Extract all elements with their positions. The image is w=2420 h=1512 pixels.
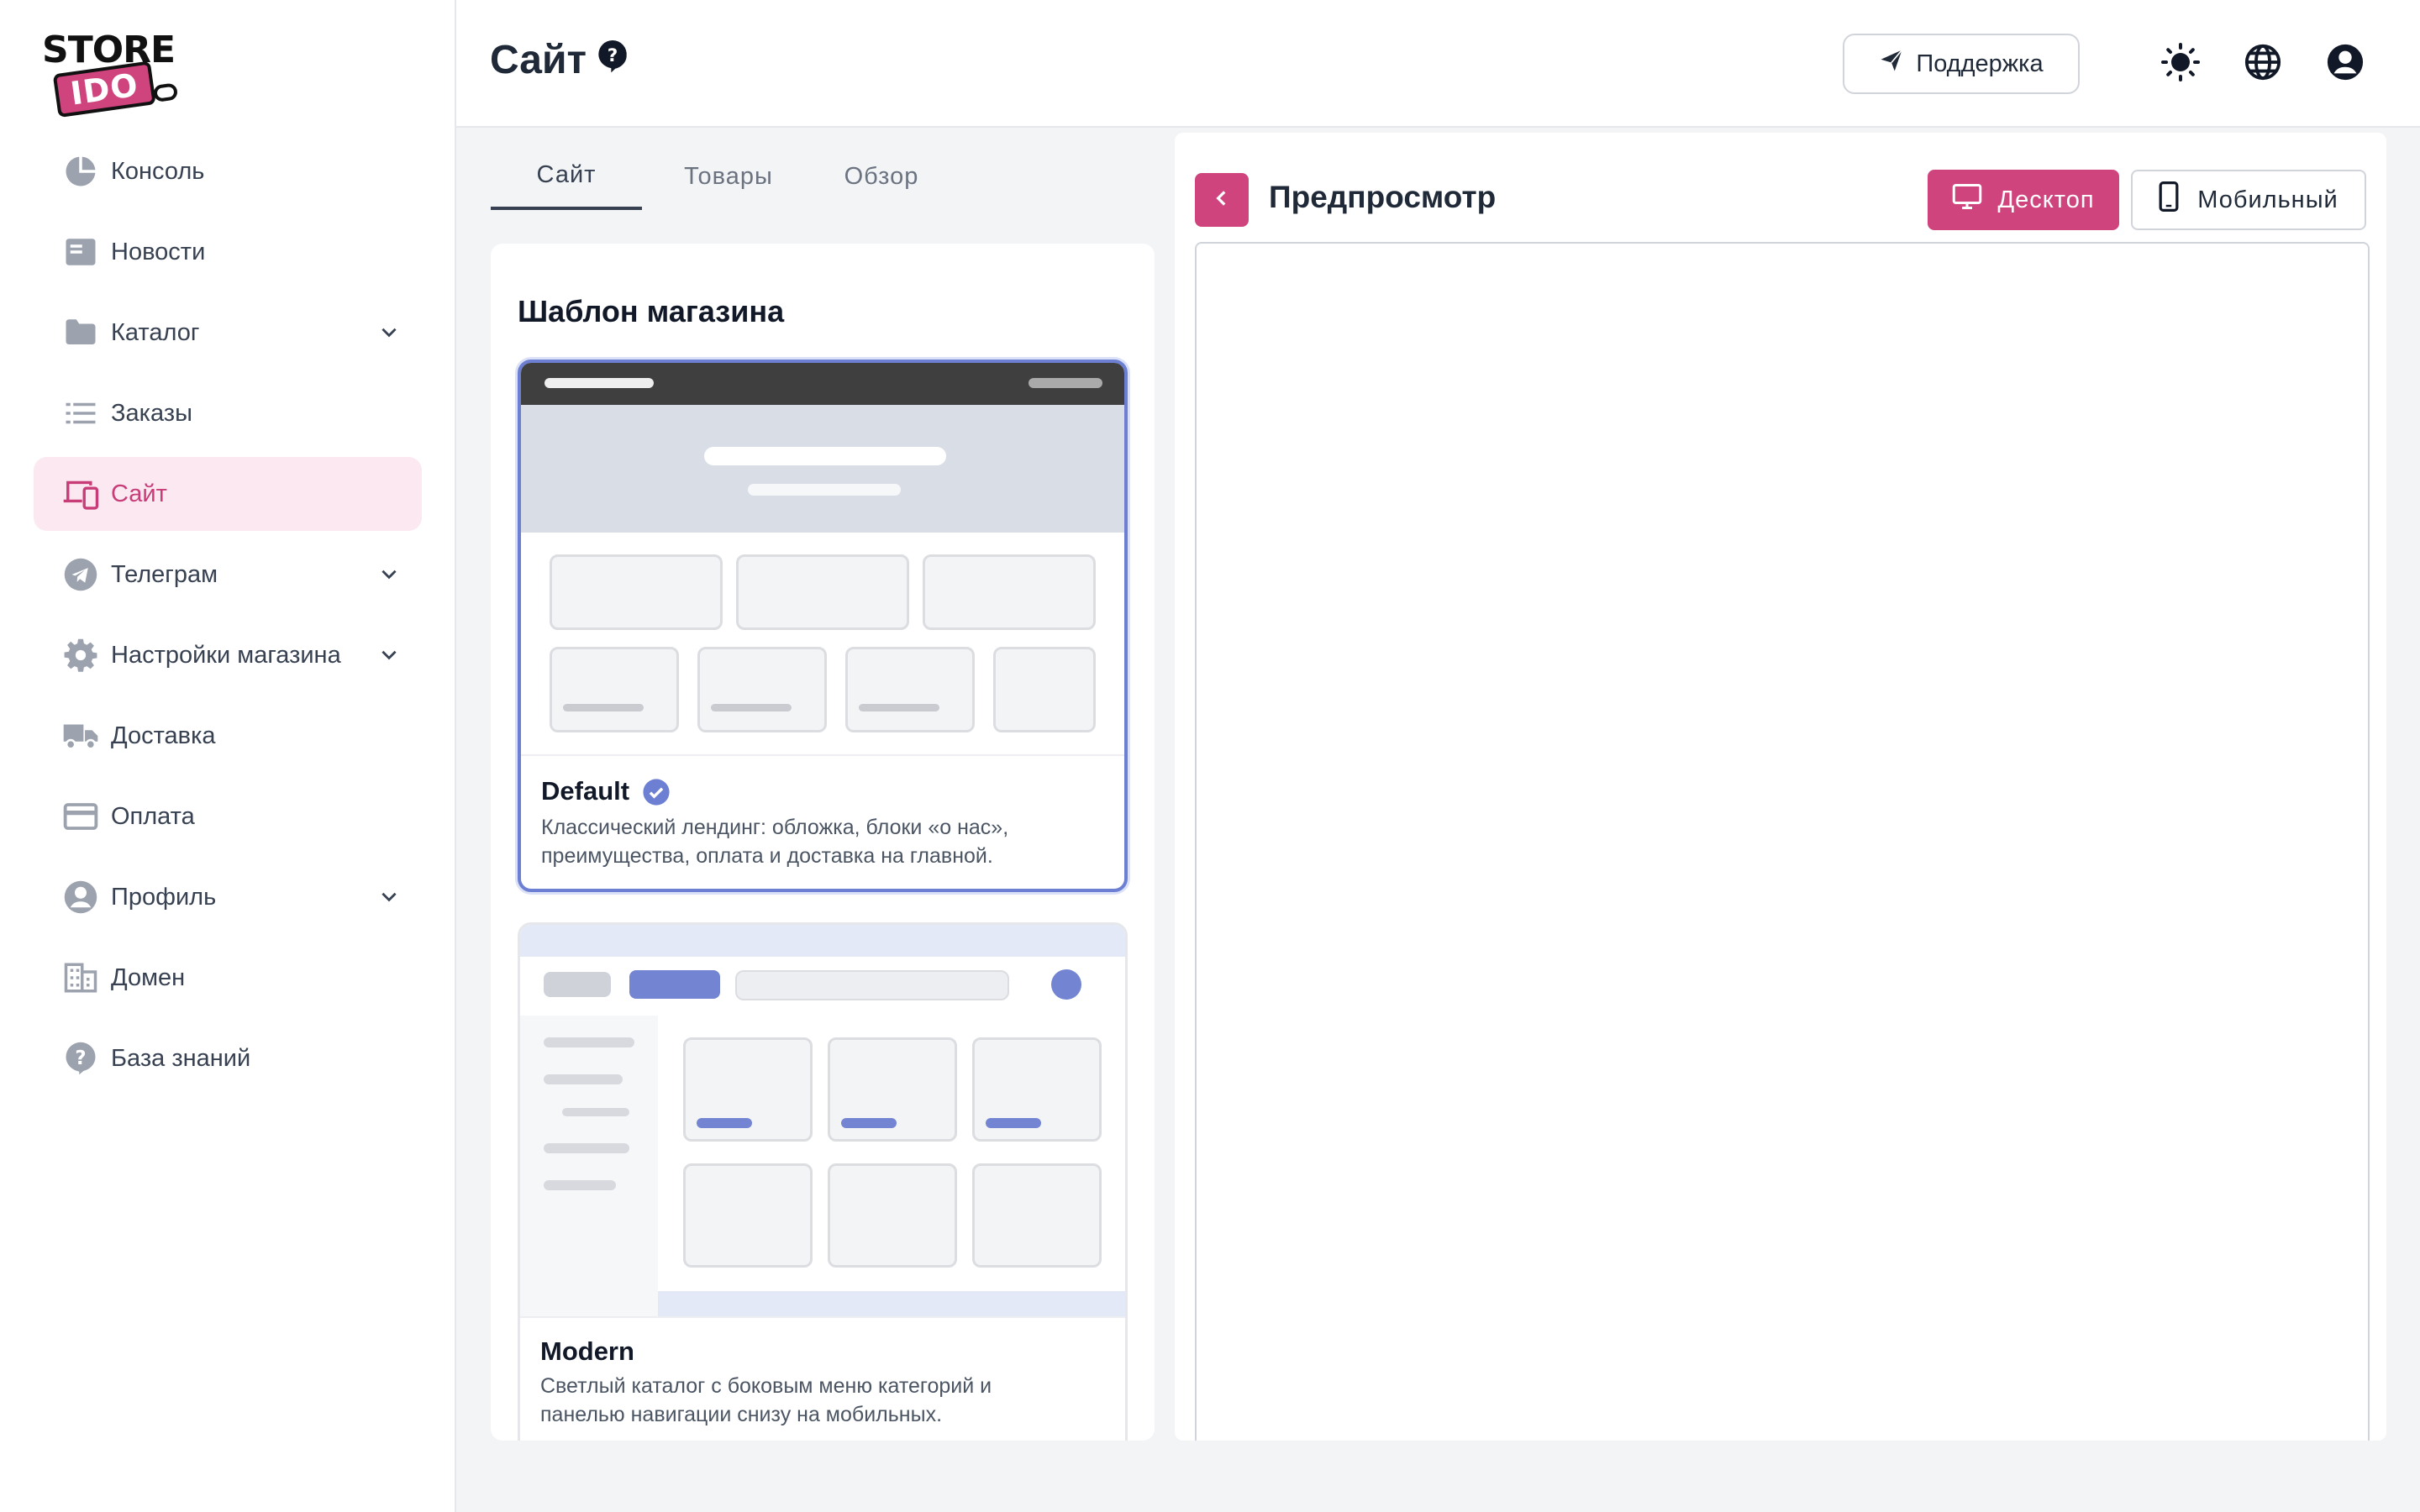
sidebar-item-label: Консоль [111, 157, 205, 185]
template-description: Классический лендинг: обложка, блоки «о … [541, 816, 1009, 868]
site-preview-frame[interactable] [1195, 242, 2370, 1441]
sidebar-item-orders[interactable]: Заказы [34, 376, 422, 450]
tab-products[interactable]: Товары [655, 143, 802, 210]
sidebar-item-site[interactable]: Сайт [34, 457, 422, 531]
tab-overview[interactable]: Обзор [810, 143, 953, 210]
sidebar-item-label: Профиль [111, 883, 217, 911]
sidebar-item-label: Новости [111, 238, 206, 265]
store-ido-logo[interactable]: STORE IDO [40, 29, 179, 118]
mobile-view-button[interactable]: Мобильный [2131, 170, 2366, 230]
desktop-view-button[interactable]: Десктоп [1928, 170, 2119, 230]
desktop-view-label: Десктоп [1997, 186, 2095, 213]
smartphone-icon [2159, 181, 2179, 218]
send-plane-icon [1879, 48, 1904, 80]
chevron-down-icon[interactable] [378, 563, 400, 589]
template-description: Светлый каталог с боковым меню категорий… [540, 1374, 992, 1426]
sidebar-item-store-settings[interactable]: Настройки магазина [34, 618, 422, 692]
credit-card-icon [62, 798, 99, 835]
user-circle-icon [62, 879, 99, 916]
store-template-panel: Шаблон магазина Default Классический лен… [491, 244, 1155, 1441]
sidebar-item-label: Доставка [111, 722, 216, 749]
template-preview-default [521, 363, 1124, 754]
chevron-left-icon [1211, 187, 1233, 213]
chevron-down-icon[interactable] [378, 643, 400, 669]
newspaper-icon [62, 234, 99, 270]
svg-text:?: ? [75, 1047, 86, 1069]
gear-icon [62, 637, 99, 674]
template-name: Modern [540, 1336, 634, 1366]
sidebar-item-payment[interactable]: Оплата [34, 780, 422, 853]
site-tabs: Сайт Товары Обзор [491, 143, 1155, 210]
tab-site[interactable]: Сайт [491, 143, 642, 210]
back-button[interactable] [1195, 173, 1249, 227]
sidebar-item-label: База знаний [111, 1044, 251, 1072]
sidebar-item-profile[interactable]: Профиль [34, 860, 422, 934]
theme-sun-icon[interactable] [2159, 40, 2202, 84]
preview-title: Предпросмотр [1269, 180, 1497, 214]
sidebar-item-delivery[interactable]: Доставка [34, 699, 422, 773]
pie-chart-icon [62, 153, 99, 190]
devices-icon [62, 475, 99, 512]
sidebar: STORE IDO Консоль Новости Каталог Заказы… [0, 0, 456, 1512]
template-card-default[interactable]: Default Классический лендинг: обложка, б… [518, 360, 1128, 892]
page-title: Сайт [490, 38, 587, 82]
language-globe-icon[interactable] [2241, 40, 2285, 84]
sidebar-item-label: Телеграм [111, 560, 218, 588]
mobile-view-label: Мобильный [2197, 186, 2338, 213]
templates-title: Шаблон магазина [518, 294, 785, 328]
chevron-down-icon[interactable] [378, 885, 400, 911]
telegram-icon [62, 556, 99, 593]
folder-icon [62, 314, 99, 351]
support-button-label: Поддержка [1916, 50, 2044, 77]
account-icon[interactable] [2323, 40, 2367, 84]
sidebar-item-news[interactable]: Новости [34, 215, 422, 289]
sidebar-item-catalog[interactable]: Каталог [34, 296, 422, 370]
template-name: Default [541, 776, 630, 806]
svg-text:?: ? [608, 45, 618, 66]
monitor-icon [1952, 182, 1982, 218]
building-icon [62, 959, 99, 996]
sidebar-item-label: Домен [111, 963, 186, 991]
sidebar-item-label: Заказы [111, 399, 192, 427]
template-card-modern[interactable]: Modern Светлый каталог с боковым меню ка… [518, 922, 1128, 1441]
sidebar-item-console[interactable]: Консоль [34, 134, 422, 208]
chevron-down-icon[interactable] [378, 321, 400, 347]
sidebar-item-label: Настройки магазина [111, 641, 341, 669]
template-preview-modern [520, 925, 1125, 1318]
top-header: Сайт ? Поддержка [456, 0, 2420, 128]
support-button[interactable]: Поддержка [1843, 34, 2080, 94]
logo-store-text: STORE [42, 29, 176, 71]
truck-icon [62, 717, 99, 754]
sidebar-item-label: Каталог [111, 318, 200, 346]
sidebar-item-label: Сайт [111, 480, 167, 507]
sidebar-item-telegram[interactable]: Телеграм [34, 538, 422, 612]
sidebar-item-label: Оплата [111, 802, 195, 830]
help-bubble-icon[interactable]: ? [596, 39, 629, 80]
selected-check-icon [642, 778, 671, 811]
sidebar-nav: Консоль Новости Каталог Заказы Сайт Теле… [34, 134, 422, 1102]
help-circle-icon: ? [62, 1040, 99, 1077]
list-icon [62, 395, 99, 432]
preview-panel: Предпросмотр Десктоп Мобильный [1175, 133, 2386, 1441]
sidebar-item-domain[interactable]: Домен [34, 941, 422, 1015]
sidebar-item-knowledge-base[interactable]: ? База знаний [34, 1021, 422, 1095]
